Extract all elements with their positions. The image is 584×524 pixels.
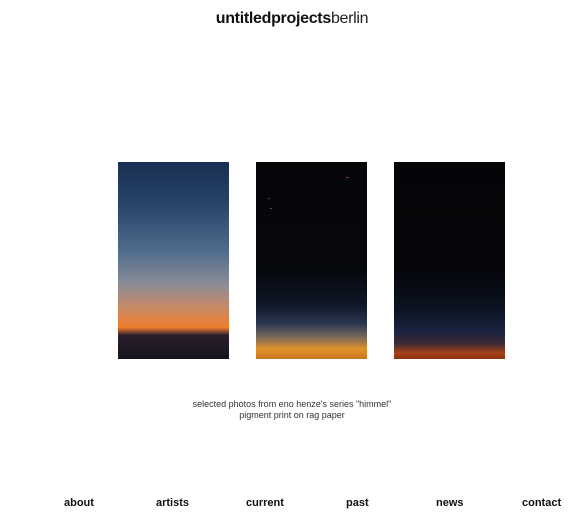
- photo-detail: [270, 208, 272, 209]
- photo-himmel-3[interactable]: [394, 162, 505, 359]
- nav-contact-link[interactable]: contact: [522, 497, 561, 509]
- logo-bold-text: untitledprojects: [215, 10, 332, 27]
- nav-about-link[interactable]: about: [64, 497, 94, 509]
- nav-past-link[interactable]: past: [346, 497, 369, 509]
- photo-himmel-2[interactable]: [256, 162, 367, 359]
- site-logo[interactable]: untitledprojectsberlin: [0, 10, 584, 28]
- nav-news-link[interactable]: news: [436, 497, 464, 509]
- caption-line-medium: pigment print on rag paper: [239, 410, 345, 420]
- nav-current-link[interactable]: current: [246, 497, 284, 509]
- footer-nav: about artists current past news contact: [0, 497, 584, 513]
- photo-himmel-1[interactable]: [118, 162, 229, 359]
- nav-artists-link[interactable]: artists: [156, 497, 189, 509]
- logo-light-text: berlin: [330, 10, 369, 27]
- photo-detail: [268, 198, 270, 199]
- photo-detail: [346, 177, 349, 178]
- caption-line-series: selected photos from eno henze's series …: [192, 399, 392, 409]
- photo-caption: selected photos from eno henze's series …: [0, 399, 584, 421]
